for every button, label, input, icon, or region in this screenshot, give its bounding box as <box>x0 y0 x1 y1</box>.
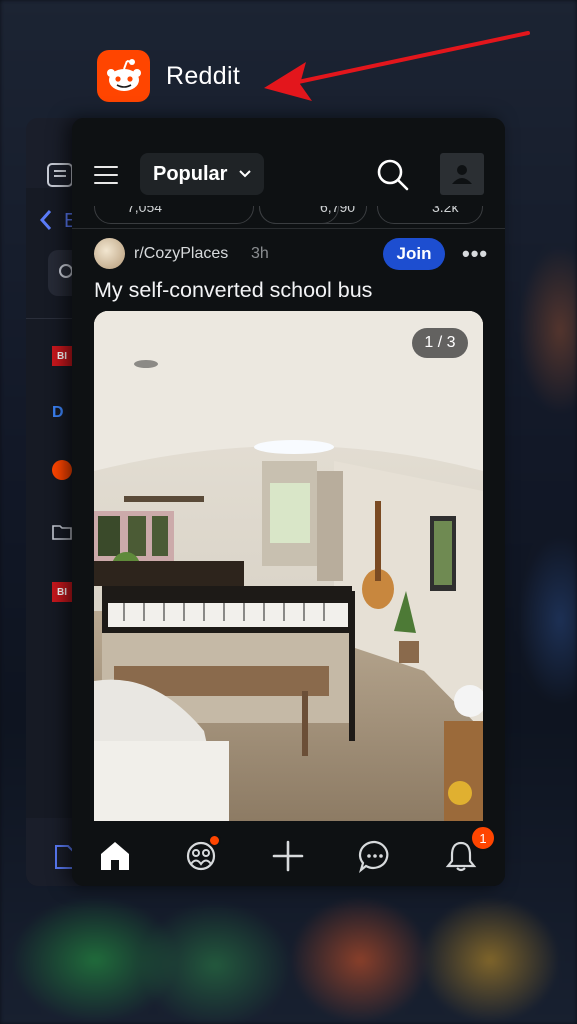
bottom-nav: 1 <box>72 821 505 886</box>
sidebar-icon <box>47 163 73 187</box>
notification-count-badge: 1 <box>470 825 496 851</box>
file-icon: BI <box>52 582 72 602</box>
folder-icon <box>52 525 72 540</box>
reddit-logo-icon <box>97 50 150 102</box>
app-name: Reddit <box>166 61 241 90</box>
reddit-app-card[interactable]: Popular 7,054 6,790 3.2k r/CozyPlaces 3h… <box>72 118 505 886</box>
post-divider <box>72 228 505 229</box>
previous-post-actions: 7,054 6,790 3.2k <box>72 206 505 228</box>
feed-selector[interactable]: Popular <box>140 153 265 195</box>
post-age: 3h <box>251 245 269 262</box>
communities-dot-badge <box>208 834 221 847</box>
feed-selector-label: Popular <box>153 162 228 185</box>
vote-pill[interactable]: 7,054 <box>94 206 254 224</box>
image-counter: 1 / 3 <box>412 328 468 358</box>
chevron-down-icon <box>239 170 252 178</box>
search-icon[interactable] <box>376 158 410 192</box>
profile-icon <box>452 165 472 184</box>
post-title[interactable]: My self-converted school bus <box>94 278 372 303</box>
subreddit-avatar[interactable] <box>94 238 125 269</box>
vote-count: 7,054 <box>127 206 163 215</box>
share-pill[interactable]: 3.2k <box>377 206 483 224</box>
post-image[interactable]: 1 / 3 <box>94 311 483 821</box>
reddit-file-icon <box>52 460 72 480</box>
file-icon: BI <box>52 346 72 366</box>
chat-icon[interactable] <box>358 839 392 873</box>
comment-pill[interactable]: 6,790 <box>259 206 367 224</box>
post-header: r/CozyPlaces 3h Join ••• <box>94 238 489 270</box>
comment-count: 6,790 <box>320 206 356 215</box>
profile-button[interactable] <box>440 153 484 195</box>
top-bar: Popular <box>72 118 505 206</box>
file-icon: D <box>52 404 64 421</box>
app-switcher-label[interactable]: Reddit <box>97 50 240 102</box>
more-icon[interactable]: ••• <box>462 241 488 267</box>
join-button[interactable]: Join <box>383 238 445 270</box>
subreddit-name[interactable]: r/CozyPlaces <box>134 245 228 263</box>
create-icon[interactable] <box>271 839 305 873</box>
bus-interior-photo <box>94 311 483 821</box>
share-count: 3.2k <box>432 206 459 215</box>
menu-icon[interactable] <box>94 166 118 185</box>
home-icon[interactable] <box>98 839 132 873</box>
